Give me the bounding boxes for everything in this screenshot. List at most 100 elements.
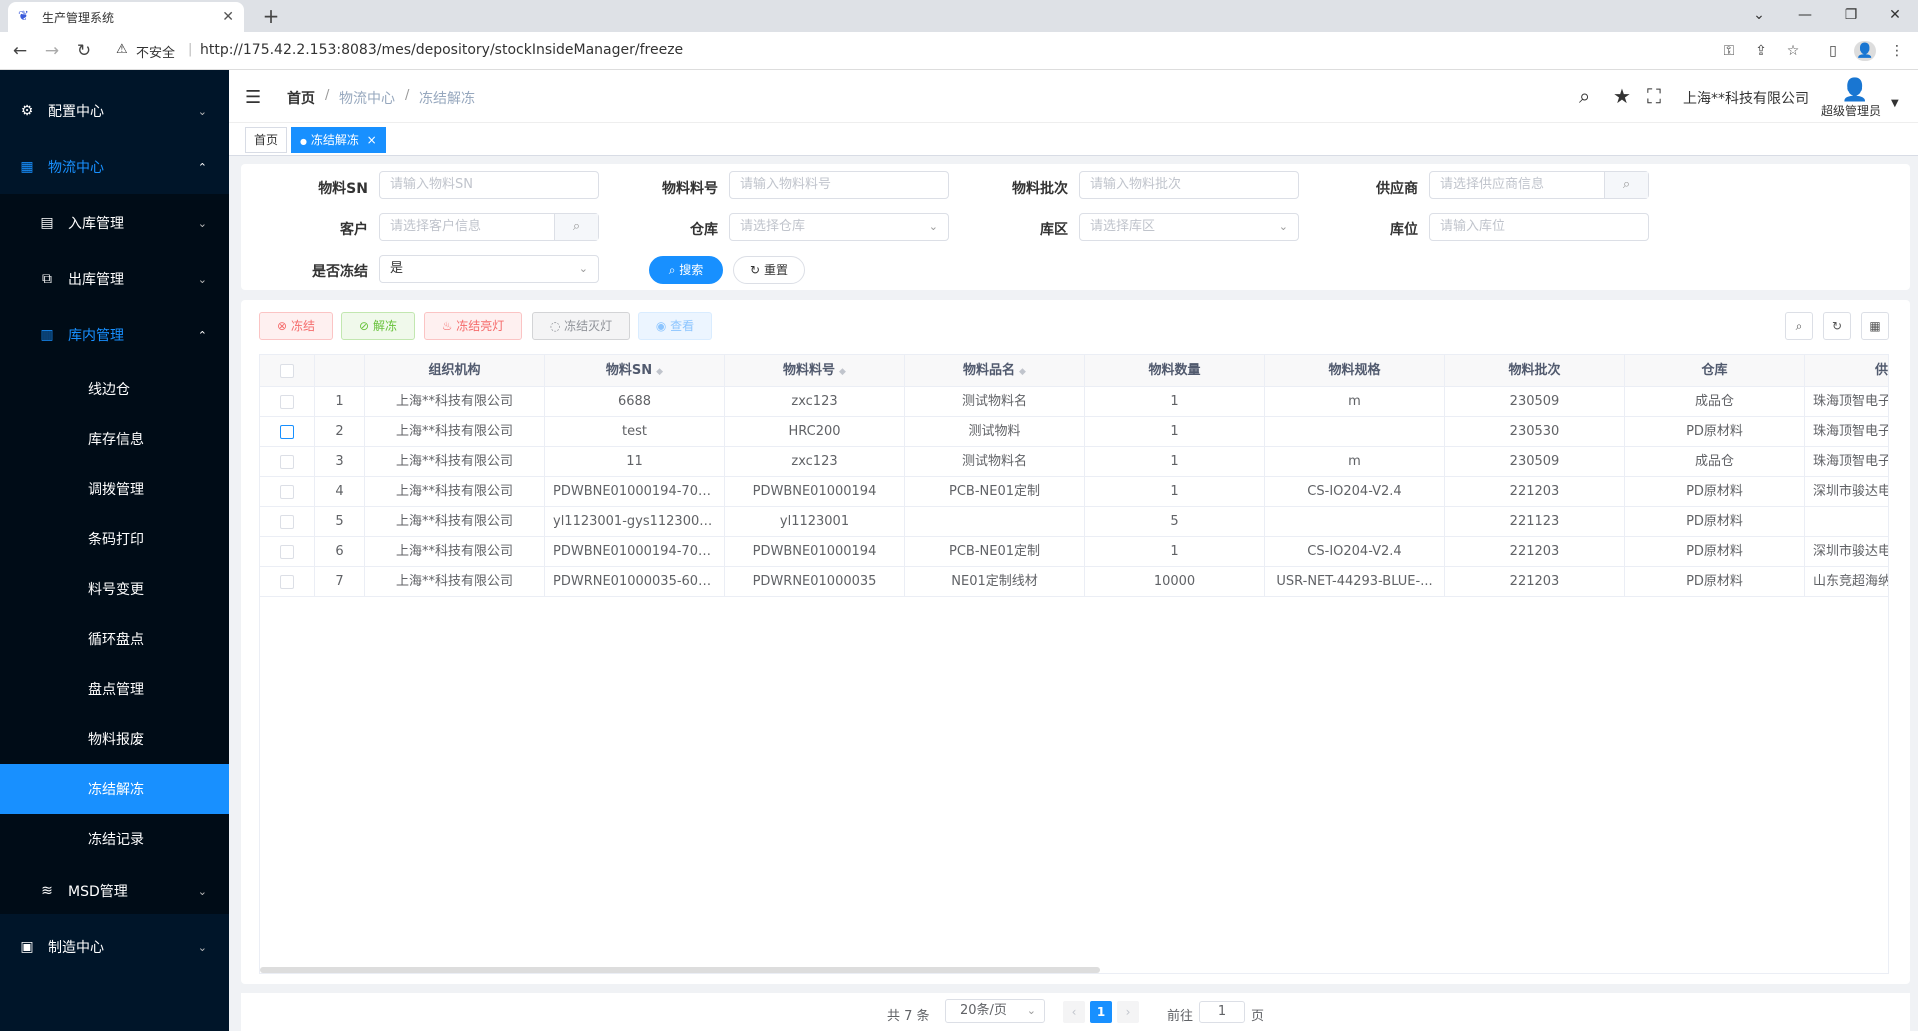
user-avatar-icon[interactable]: 👤 bbox=[1841, 78, 1868, 103]
table-row[interactable]: 4 上海**科技有限公司 PDWBNE01000194-701... PDWBNE01… bbox=[260, 477, 1888, 507]
search-icon[interactable]: ⌕ bbox=[554, 214, 598, 240]
page-number-current[interactable]: 1 bbox=[1090, 1001, 1112, 1023]
prev-page-button[interactable]: ‹ bbox=[1063, 1001, 1085, 1023]
close-tag-icon[interactable]: × bbox=[367, 133, 377, 147]
next-page-button[interactable]: › bbox=[1117, 1001, 1139, 1023]
reload-button[interactable]: ↻ bbox=[72, 40, 96, 62]
horizontal-scrollbar[interactable] bbox=[260, 967, 1100, 973]
page-size-select[interactable]: 20条/页 ⌄ bbox=[945, 999, 1045, 1023]
row-checkbox[interactable] bbox=[280, 514, 294, 529]
row-select-cell[interactable] bbox=[260, 387, 315, 417]
reset-button[interactable]: ↻ 重置 bbox=[733, 256, 805, 284]
search-icon[interactable]: ⌕ bbox=[1579, 84, 1590, 108]
key-icon[interactable]: ⚿ bbox=[1718, 41, 1740, 61]
column-header-name[interactable]: 物料品名 ◆ bbox=[905, 355, 1085, 387]
caret-down-icon[interactable]: ▼ bbox=[1891, 98, 1899, 109]
select-all-cell[interactable] bbox=[260, 355, 315, 387]
table-row[interactable]: 5 上海**科技有限公司 yl1123001-gys1123001... yl1123… bbox=[260, 507, 1888, 537]
select-all-checkbox[interactable] bbox=[280, 363, 294, 378]
row-checkbox[interactable] bbox=[280, 574, 294, 589]
sort-icon[interactable]: ◆ bbox=[656, 367, 663, 377]
sn-input[interactable]: 请输入物料SN bbox=[379, 171, 599, 199]
row-select-cell[interactable] bbox=[260, 537, 315, 567]
browser-menu-icon[interactable]: ⋮ bbox=[1886, 41, 1908, 61]
row-select-cell[interactable] bbox=[260, 567, 315, 597]
tag-home[interactable]: 首页 bbox=[245, 127, 288, 153]
freeze-light-off-button[interactable]: ◌ 冻结灭灯 bbox=[532, 312, 630, 340]
table-row[interactable]: 1 上海**科技有限公司 6688 zxc123 测试物料名 1 m 230509 成品仓 珠海顶… bbox=[260, 387, 1888, 417]
profile-icon[interactable]: 👤 bbox=[1854, 41, 1876, 61]
sidebar-item-stock-info[interactable]: 库存信息 bbox=[0, 414, 229, 464]
bookmark-star-icon[interactable]: ☆ bbox=[1782, 41, 1804, 61]
fullscreen-icon[interactable]: ⛶ bbox=[1647, 84, 1661, 108]
column-header-pn[interactable]: 物料料号 ◆ bbox=[725, 355, 905, 387]
row-select-cell[interactable] bbox=[260, 477, 315, 507]
location-input[interactable]: 请输入库位 bbox=[1429, 213, 1649, 241]
sidebar-item-part-change[interactable]: 料号变更 bbox=[0, 564, 229, 614]
columns-icon[interactable]: ▦ bbox=[1861, 312, 1889, 340]
freeze-light-on-button[interactable]: ♨ 冻结亮灯 bbox=[424, 312, 522, 340]
table-row[interactable]: 7 上海**科技有限公司 PDWRNE01000035-601... PDWRNE01… bbox=[260, 567, 1888, 597]
sidebar-item-line-side[interactable]: 线边仓 bbox=[0, 364, 229, 414]
forward-button[interactable]: → bbox=[40, 40, 64, 62]
freeze-button[interactable]: ⊗ 冻结 bbox=[259, 312, 333, 340]
pn-input[interactable]: 请输入物料料号 bbox=[729, 171, 949, 199]
frozen-select[interactable]: 是 ⌄ bbox=[379, 255, 599, 283]
batch-input[interactable]: 请输入物料批次 bbox=[1079, 171, 1299, 199]
back-button[interactable]: ← bbox=[8, 40, 32, 62]
close-tab-icon[interactable]: ✕ bbox=[222, 9, 234, 25]
search-button[interactable]: ⌕ 搜索 bbox=[649, 256, 723, 284]
user-name[interactable]: 超级管理员 bbox=[1821, 102, 1881, 119]
goto-page-input[interactable]: 1 bbox=[1199, 1001, 1245, 1023]
row-checkbox[interactable] bbox=[280, 424, 294, 439]
sidebar-item-freeze-record[interactable]: 冻结记录 bbox=[0, 814, 229, 864]
sidebar-item-scrap[interactable]: 物料报废 bbox=[0, 714, 229, 764]
row-select-cell[interactable] bbox=[260, 417, 315, 447]
browser-tab[interactable]: ❦ 生产管理系统 ✕ bbox=[8, 2, 244, 32]
window-close-button[interactable]: ✕ bbox=[1872, 0, 1918, 32]
refresh-icon[interactable]: ↻ bbox=[1823, 312, 1851, 340]
warehouse-select[interactable]: 请选择仓库 ⌄ bbox=[729, 213, 949, 241]
row-checkbox[interactable] bbox=[280, 394, 294, 409]
supplier-input[interactable]: 请选择供应商信息 ⌕ bbox=[1429, 171, 1649, 199]
side-panel-icon[interactable]: ▯ bbox=[1822, 41, 1844, 61]
sidebar-item-freeze[interactable]: 冻结解冻 bbox=[0, 764, 229, 814]
customer-input[interactable]: 请选择客户信息 ⌕ bbox=[379, 213, 599, 241]
sidebar-item-outbound[interactable]: ⧉ 出库管理 ⌄ bbox=[0, 254, 229, 304]
row-checkbox[interactable] bbox=[280, 484, 294, 499]
sidebar-item-inventory[interactable]: ▥ 库内管理 ⌃ bbox=[0, 310, 229, 360]
security-label[interactable]: 不安全 bbox=[136, 42, 175, 61]
row-checkbox[interactable] bbox=[280, 454, 294, 469]
column-header-sn[interactable]: 物料SN ◆ bbox=[545, 355, 725, 387]
table-row[interactable]: 2 上海**科技有限公司 test HRC200 测试物料 1 230530 PD原材料 珠海顶… bbox=[260, 417, 1888, 447]
star-icon[interactable]: ★ bbox=[1613, 84, 1631, 108]
row-checkbox[interactable] bbox=[280, 544, 294, 559]
menu-toggle-icon[interactable]: ☰ bbox=[245, 87, 261, 108]
table-row[interactable]: 6 上海**科技有限公司 PDWBNE01000194-701... PDWBNE01… bbox=[260, 537, 1888, 567]
table-row[interactable]: 3 上海**科技有限公司 11 zxc123 测试物料名 1 m 230509 成品仓 珠海顶智电… bbox=[260, 447, 1888, 477]
search-icon[interactable]: ⌕ bbox=[1604, 172, 1648, 198]
sort-icon[interactable]: ◆ bbox=[839, 367, 846, 377]
sidebar-item-stocktake[interactable]: 盘点管理 bbox=[0, 664, 229, 714]
row-select-cell[interactable] bbox=[260, 447, 315, 477]
sidebar-item-manufacturing[interactable]: ▣ 制造中心 ⌄ bbox=[0, 922, 229, 972]
sidebar-item-transfer[interactable]: 调拨管理 bbox=[0, 464, 229, 514]
row-select-cell[interactable] bbox=[260, 507, 315, 537]
restore-button[interactable]: ❐ bbox=[1828, 0, 1874, 32]
tag-current[interactable]: ● 冻结解冻 × bbox=[291, 127, 386, 153]
sidebar-item-config[interactable]: ⚙ 配置中心 ⌄ bbox=[0, 86, 229, 136]
toggle-search-icon[interactable]: ⌕ bbox=[1785, 312, 1813, 340]
breadcrumb-home[interactable]: 首页 bbox=[287, 88, 315, 108]
sidebar-item-logistics[interactable]: ▦ 物流中心 ⌃ bbox=[0, 142, 229, 192]
view-button[interactable]: ◉ 查看 bbox=[638, 312, 712, 340]
sidebar-item-barcode-print[interactable]: 条码打印 bbox=[0, 514, 229, 564]
minimize-button[interactable]: — bbox=[1782, 0, 1828, 32]
unfreeze-button[interactable]: ⊘ 解冻 bbox=[341, 312, 415, 340]
tab-search-icon[interactable]: ⌄ bbox=[1736, 0, 1782, 32]
new-tab-button[interactable]: + bbox=[258, 3, 284, 29]
sidebar-item-inbound[interactable]: ▤ 入库管理 ⌄ bbox=[0, 198, 229, 248]
sort-icon[interactable]: ◆ bbox=[1019, 367, 1026, 377]
sidebar-item-cycle-count[interactable]: 循环盘点 bbox=[0, 614, 229, 664]
sidebar-item-msd[interactable]: ≋ MSD管理 ⌄ bbox=[0, 866, 229, 916]
share-icon[interactable]: ⇪ bbox=[1750, 41, 1772, 61]
